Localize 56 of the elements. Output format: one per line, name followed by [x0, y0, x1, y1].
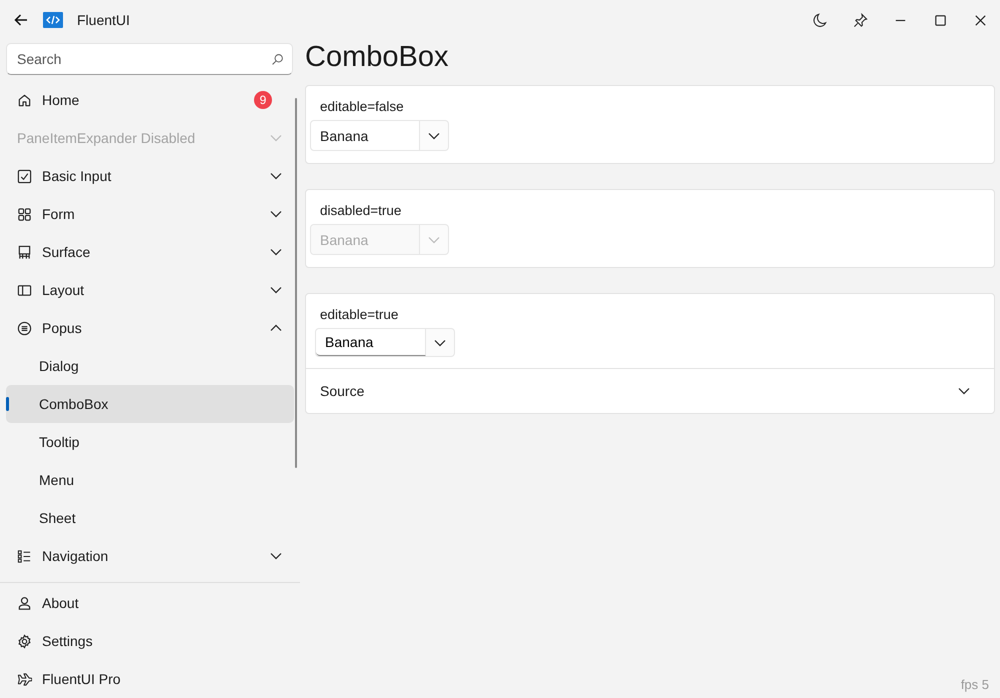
combo-text-input[interactable]: Banana	[316, 329, 426, 356]
nav-item[interactable]: Layout	[6, 271, 294, 309]
list-icon	[17, 320, 32, 336]
nav-item[interactable]: Home 9	[6, 81, 294, 119]
back-arrow-icon[interactable]	[13, 12, 29, 28]
chevron-down-icon	[270, 248, 282, 256]
airplane-icon	[17, 672, 32, 686]
home-icon	[17, 92, 32, 108]
search-field[interactable]: Search	[6, 43, 293, 75]
search-icon	[271, 52, 284, 66]
combo-box[interactable]: Banana	[315, 328, 455, 357]
chevron-down-icon	[428, 236, 440, 244]
example-label: disabled=true	[319, 203, 402, 218]
window-title: FluentUI	[77, 12, 130, 28]
scrollbar[interactable]	[294, 98, 297, 468]
chevron-down-icon	[958, 387, 970, 395]
nav-item[interactable]: Settings	[6, 622, 294, 660]
nav-item[interactable]: Surface	[6, 233, 294, 271]
maximize-icon[interactable]	[933, 12, 948, 28]
nav-item[interactable]: Tooltip	[6, 423, 294, 461]
nav-item[interactable]: Menu	[6, 461, 294, 499]
chevron-down-icon	[428, 132, 440, 140]
nav-item[interactable]: Form	[6, 195, 294, 233]
nav-item[interactable]: Dialog	[6, 347, 294, 385]
nav-item[interactable]: Popus	[6, 309, 294, 347]
settings-icon	[17, 634, 32, 648]
page-title: ComboBox	[305, 41, 450, 74]
checkbox-icon	[17, 168, 32, 184]
nav-item[interactable]: Navigation	[6, 537, 294, 575]
chevron-down-icon	[270, 134, 282, 142]
bullet-list-icon	[17, 548, 32, 564]
chevron-down-icon	[270, 210, 282, 218]
nav-item[interactable]: Basic Input	[6, 157, 294, 195]
nav-item[interactable]: Sheet	[6, 499, 294, 537]
nav-item[interactable]: ComboBox	[6, 385, 294, 423]
chevron-down-icon	[270, 552, 282, 560]
person-icon	[17, 596, 32, 610]
example-label: editable=false	[319, 99, 405, 114]
nav-item[interactable]: About	[6, 584, 294, 622]
nav-item[interactable]: FluentUI Pro	[6, 660, 294, 698]
chevron-down-icon	[270, 286, 282, 294]
easel-icon	[17, 244, 32, 260]
grid-icon	[17, 206, 32, 222]
close-icon[interactable]	[973, 12, 988, 28]
source-expander[interactable]: Source	[305, 369, 995, 414]
layout-icon	[17, 282, 32, 298]
moon-icon[interactable]	[813, 12, 828, 28]
example-label: editable=true	[319, 307, 400, 322]
combo-box[interactable]: Banana	[310, 120, 449, 151]
notification-badge: 9	[254, 91, 272, 109]
chevron-down-icon	[270, 172, 282, 180]
code-logo-icon	[43, 12, 63, 28]
fps-counter: fps 5	[960, 677, 989, 692]
chevron-up-icon	[270, 324, 282, 332]
pin-icon[interactable]	[853, 12, 868, 28]
chevron-down-icon	[434, 338, 446, 346]
